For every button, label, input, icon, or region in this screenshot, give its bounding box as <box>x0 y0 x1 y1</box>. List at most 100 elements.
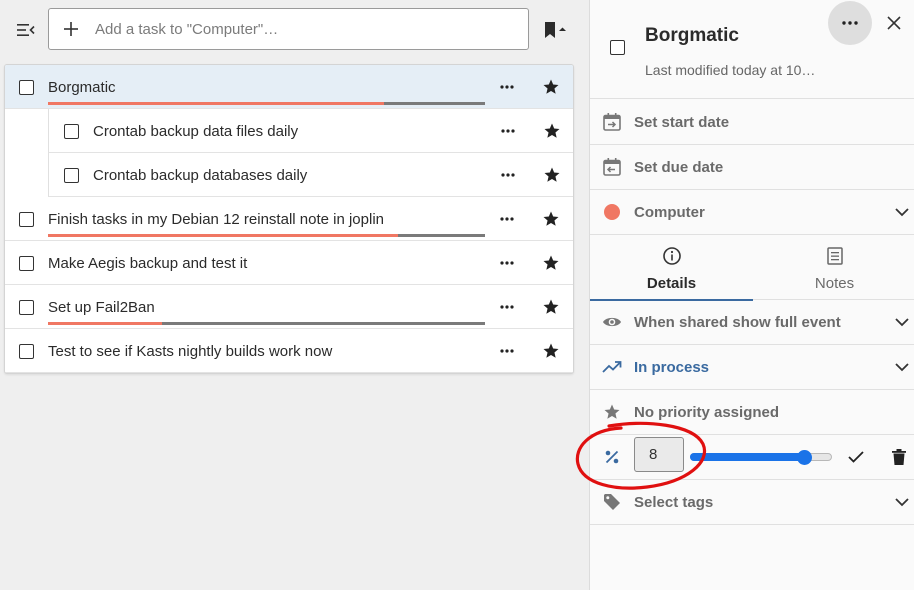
task-star-button[interactable] <box>541 164 563 186</box>
star-icon <box>544 123 560 138</box>
tab-notes[interactable]: Notes <box>753 235 914 300</box>
collection-row[interactable]: Computer <box>590 190 914 235</box>
plus-icon <box>49 22 93 36</box>
more-dots-icon <box>500 85 514 89</box>
task-checkbox[interactable] <box>19 256 34 271</box>
star-icon <box>601 401 623 423</box>
star-icon <box>543 255 559 270</box>
due-date-label: Set due date <box>634 158 724 176</box>
task-row[interactable]: Make Aegis backup and test it <box>5 241 573 285</box>
start-date-row[interactable]: Set start date <box>590 100 914 145</box>
task-star-button[interactable] <box>540 252 562 274</box>
status-label: In process <box>634 358 710 376</box>
apply-percent-button[interactable] <box>846 447 866 467</box>
task-progress-fill <box>48 234 398 237</box>
more-dots-icon <box>500 349 514 353</box>
star-icon <box>544 167 560 182</box>
slider-fill <box>690 453 804 461</box>
task-checkbox[interactable] <box>64 168 79 183</box>
task-title[interactable]: Set up Fail2Ban <box>48 299 155 316</box>
task-star-button[interactable] <box>540 76 562 98</box>
task-row[interactable]: Finish tasks in my Debian 12 reinstall n… <box>5 197 573 241</box>
task-row[interactable]: Set up Fail2Ban <box>5 285 573 329</box>
task-more-button[interactable] <box>495 77 519 97</box>
star-icon <box>543 343 559 358</box>
collection-label: Computer <box>634 203 705 221</box>
task-row[interactable]: Borgmatic <box>5 65 573 109</box>
task-list: Borgmatic Crontab backup data files daily… <box>4 64 574 374</box>
task-progress-bar <box>48 102 485 105</box>
tab-details[interactable]: Details <box>590 235 753 301</box>
task-title[interactable]: Borgmatic <box>48 79 116 96</box>
detail-complete-checkbox[interactable] <box>610 40 625 55</box>
chevron-down-icon <box>892 312 912 332</box>
status-row[interactable]: In process <box>590 345 914 390</box>
task-title[interactable]: Finish tasks in my Debian 12 reinstall n… <box>48 211 384 228</box>
task-row[interactable]: Crontab backup data files daily <box>48 109 573 153</box>
chevron-down-icon <box>892 357 912 377</box>
more-dots-icon <box>501 129 515 133</box>
more-options-button[interactable] <box>828 1 872 45</box>
task-checkbox[interactable] <box>19 212 34 227</box>
task-title[interactable]: Crontab backup databases daily <box>93 167 307 184</box>
detail-header: Borgmatic Last modified today at 10… <box>590 0 914 99</box>
collection-color-icon <box>601 201 623 223</box>
task-more-button[interactable] <box>495 253 519 273</box>
task-title[interactable]: Make Aegis backup and test it <box>48 255 247 272</box>
task-more-button[interactable] <box>496 121 520 141</box>
bookmark-dropdown-icon <box>545 22 566 38</box>
add-task-input[interactable] <box>93 19 528 39</box>
info-icon <box>662 247 681 265</box>
due-date-row[interactable]: Set due date <box>590 145 914 190</box>
percent-complete-input[interactable]: 8 <box>634 437 684 472</box>
task-checkbox[interactable] <box>19 344 34 359</box>
bookmark-filter-button[interactable] <box>541 18 571 42</box>
task-checkbox[interactable] <box>64 124 79 139</box>
add-task-field[interactable] <box>48 8 529 50</box>
tags-row[interactable]: Select tags <box>590 480 914 525</box>
task-star-button[interactable] <box>540 208 562 230</box>
task-progress-bar <box>48 234 485 237</box>
task-checkbox[interactable] <box>19 80 34 95</box>
percent-complete-slider[interactable] <box>690 450 832 465</box>
task-more-button[interactable] <box>496 165 520 185</box>
tag-icon <box>601 491 623 513</box>
task-more-button[interactable] <box>495 341 519 361</box>
star-icon <box>543 299 559 314</box>
task-title[interactable]: Crontab backup data files daily <box>93 123 298 140</box>
percent-icon <box>601 446 623 468</box>
more-dots-icon <box>500 217 514 221</box>
start-date-label: Set start date <box>634 113 730 131</box>
task-progress-fill <box>48 322 162 325</box>
task-progress-fill <box>48 102 385 105</box>
task-row[interactable]: Crontab backup databases daily <box>48 153 573 197</box>
task-star-button[interactable] <box>541 120 563 142</box>
star-icon <box>543 79 559 94</box>
notes-icon <box>826 247 843 265</box>
task-checkbox[interactable] <box>19 300 34 315</box>
check-icon <box>848 451 864 463</box>
collapse-sidebar-button[interactable] <box>12 16 40 44</box>
slider-handle[interactable] <box>796 450 812 465</box>
task-list-pane: Borgmatic Crontab backup data files daily… <box>0 0 589 590</box>
trash-icon <box>892 449 906 465</box>
task-star-button[interactable] <box>540 296 562 318</box>
visibility-label: When shared show full event <box>634 313 841 331</box>
chevron-down-icon <box>892 202 912 222</box>
tab-notes-label: Notes <box>814 275 855 292</box>
task-progress-bar <box>48 322 485 325</box>
close-icon <box>887 16 901 30</box>
priority-row[interactable]: No priority assigned <box>590 390 914 435</box>
calendar-start-icon <box>601 111 623 133</box>
task-more-button[interactable] <box>495 209 519 229</box>
task-title[interactable]: Test to see if Kasts nightly builds work… <box>48 343 332 360</box>
task-row[interactable]: Test to see if Kasts nightly builds work… <box>5 329 573 373</box>
chevron-down-icon <box>892 492 912 512</box>
task-more-button[interactable] <box>495 297 519 317</box>
close-detail-button[interactable] <box>882 11 906 35</box>
visibility-row[interactable]: When shared show full event <box>590 300 914 345</box>
detail-title[interactable]: Borgmatic <box>645 25 739 47</box>
priority-label: No priority assigned <box>634 403 780 421</box>
clear-percent-button[interactable] <box>889 446 909 468</box>
task-star-button[interactable] <box>540 340 562 362</box>
